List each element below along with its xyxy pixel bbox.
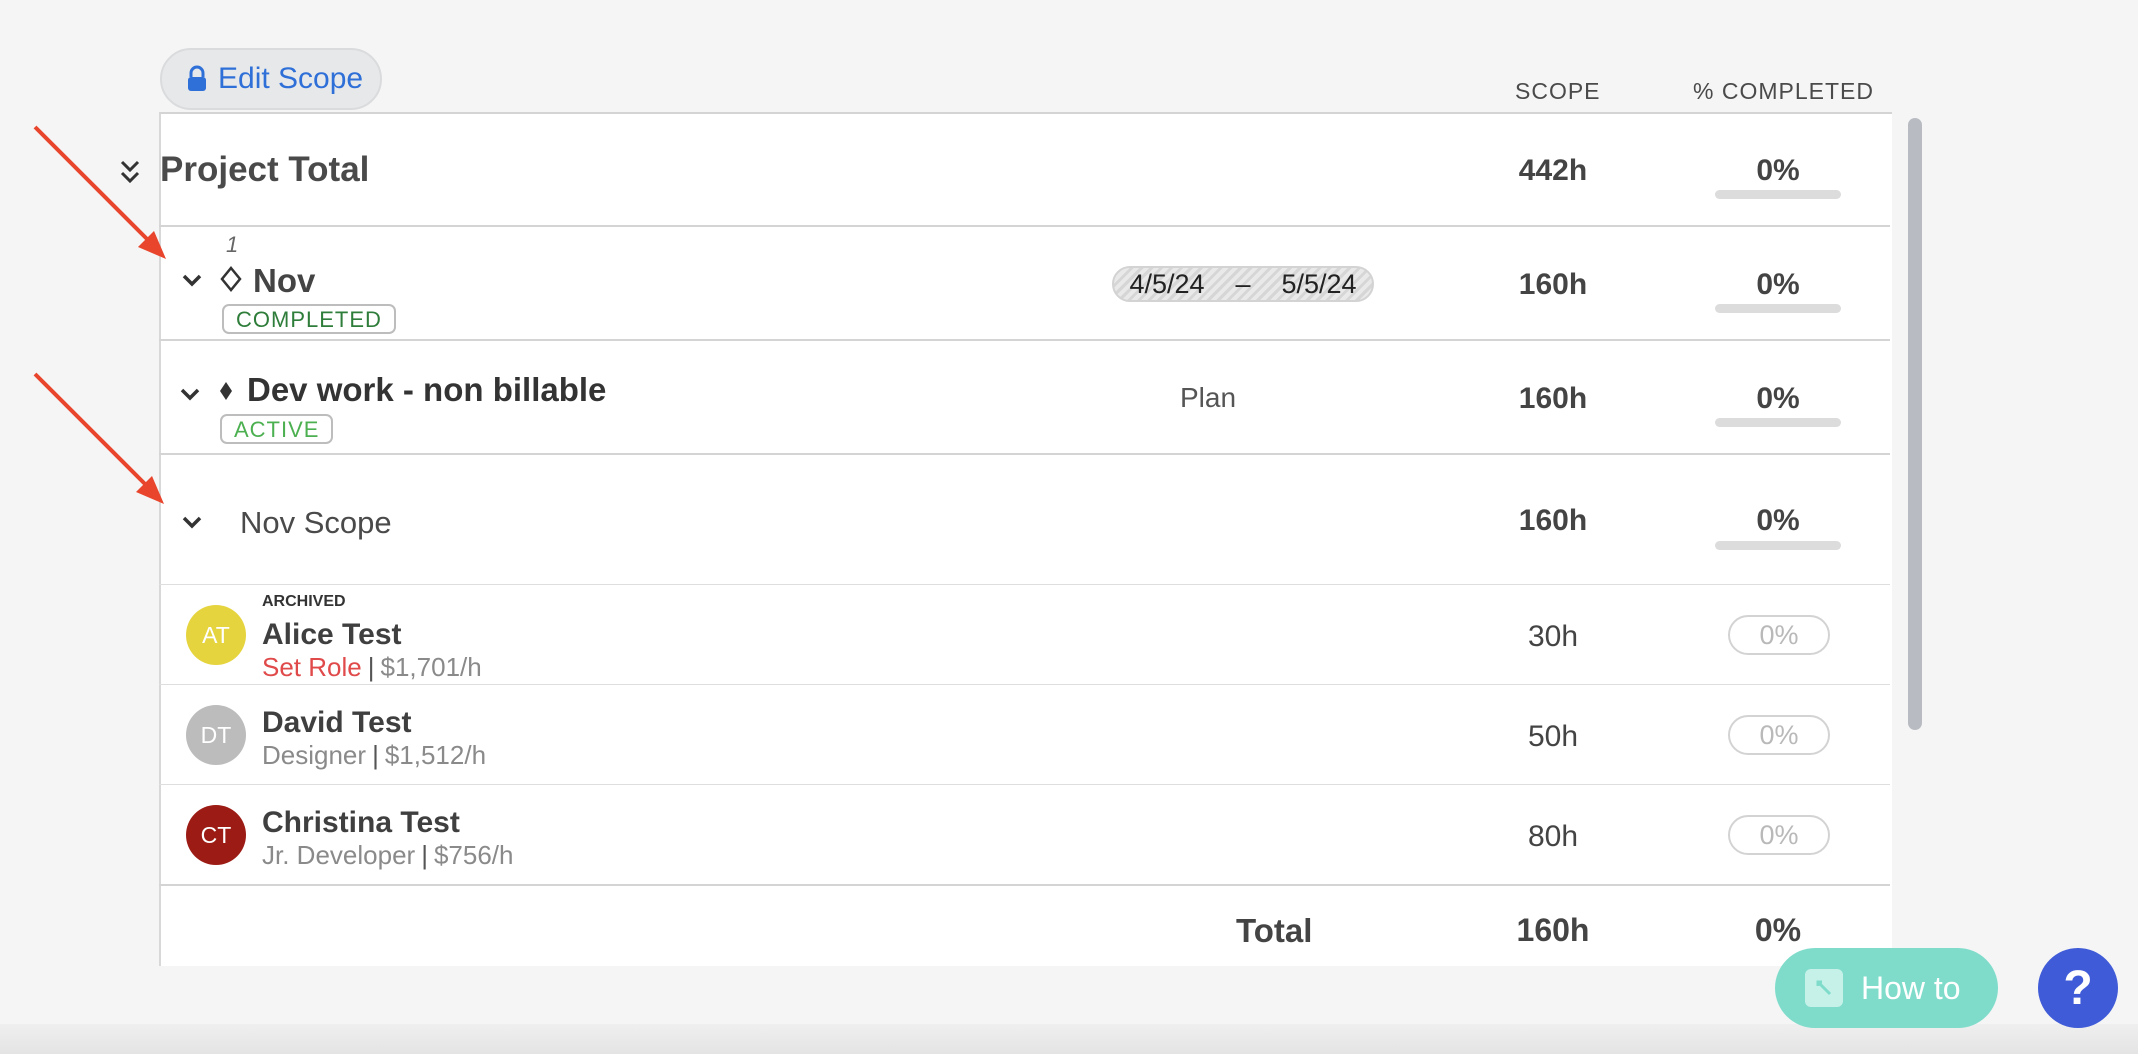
project-total-label: Project Total [160, 150, 370, 189]
edit-scope-label: Edit Scope [218, 62, 364, 95]
phase-date-range[interactable]: 4/5/24 – 5/5/24 [1112, 266, 1374, 302]
member-scope[interactable]: 30h [1495, 620, 1611, 654]
scrollbar[interactable] [1908, 118, 1922, 730]
chevron-down-icon[interactable] [180, 514, 204, 532]
member-role-rate: Jr. Developer | $756/h [262, 840, 513, 871]
scope-group-progress-bar [1715, 541, 1841, 550]
archived-tag: ARCHIVED [262, 593, 346, 610]
plan-link[interactable]: Plan [1180, 382, 1236, 414]
member-role: Designer [262, 740, 367, 770]
work-category-completed: 0% [1756, 382, 1800, 415]
row-divider [159, 884, 1890, 886]
member-rate: $756/h [433, 840, 514, 870]
external-link-icon [1805, 969, 1843, 1007]
scope-group-scope: 160h [1518, 504, 1588, 537]
scope-column-header: SCOPE [1515, 78, 1601, 104]
total-completed: 0% [1754, 912, 1802, 948]
how-to-button[interactable]: How to [1775, 948, 1998, 1028]
row-divider [159, 225, 1890, 227]
member-rate: $1,512/h [384, 740, 487, 770]
member-scope[interactable]: 80h [1495, 820, 1611, 854]
set-role-link[interactable]: Set Role [262, 652, 362, 682]
member-name[interactable]: Alice Test [262, 618, 402, 652]
row-divider [159, 339, 1890, 341]
total-scope: 160h [1516, 912, 1590, 948]
avatar: CT [186, 805, 246, 865]
phase-name[interactable]: Nov [253, 262, 315, 300]
avatar: AT [186, 605, 246, 665]
work-category-name[interactable]: Dev work - non billable [247, 371, 606, 409]
phase-scope: 160h [1518, 268, 1588, 301]
scope-group-completed: 0% [1756, 504, 1800, 537]
work-category-progress-bar [1715, 418, 1841, 427]
chevron-down-icon[interactable] [178, 386, 202, 404]
member-rate: $1,701/h [380, 652, 482, 682]
status-badge-active: ACTIVE [220, 414, 334, 444]
member-name[interactable]: David Test [262, 706, 412, 740]
scope-group-name[interactable]: Nov Scope [240, 505, 392, 541]
member-role: Jr. Developer [262, 840, 416, 870]
work-category-scope: 160h [1518, 382, 1588, 415]
total-label: Total [1236, 912, 1313, 949]
member-completed[interactable]: 0% [1728, 715, 1830, 755]
how-to-label: How to [1861, 969, 1961, 1006]
member-role-rate: Designer | $1,512/h [262, 740, 486, 771]
separator: | [367, 652, 375, 682]
completed-column-header: % COMPLETED [1693, 78, 1874, 104]
avatar: DT [186, 705, 246, 765]
member-completed[interactable]: 0% [1728, 615, 1830, 655]
member-completed[interactable]: 0% [1728, 815, 1830, 855]
status-badge-completed: COMPLETED [222, 304, 396, 334]
phase-start-date: 4/5/24 [1129, 268, 1205, 299]
separator: | [372, 740, 379, 770]
row-divider [159, 453, 1890, 455]
separator: | [421, 840, 428, 870]
member-scope[interactable]: 50h [1495, 720, 1611, 754]
member-role-rate: Set Role | $1,701/h [262, 652, 482, 683]
date-separator: – [1235, 268, 1251, 299]
row-divider [159, 584, 1890, 585]
phase-end-date: 5/5/24 [1281, 268, 1357, 299]
chevron-down-icon[interactable] [180, 272, 204, 290]
row-divider [159, 784, 1890, 785]
member-name[interactable]: Christina Test [262, 806, 460, 840]
diamond-filled-icon [220, 382, 232, 400]
collapse-all-icon[interactable] [118, 158, 142, 186]
project-total-completed: 0% [1756, 154, 1800, 187]
phase-number: 1 [226, 232, 239, 257]
phase-completed: 0% [1756, 268, 1800, 301]
milestone-diamond-outline-icon [220, 266, 242, 292]
row-divider [159, 684, 1890, 685]
bottom-edge [0, 1024, 2138, 1054]
phase-progress-bar [1715, 304, 1841, 313]
project-total-progress-bar [1715, 190, 1841, 199]
project-total-scope: 442h [1518, 154, 1588, 187]
annotation-arrows [33, 125, 166, 504]
help-button[interactable]: ? [2038, 948, 2118, 1028]
